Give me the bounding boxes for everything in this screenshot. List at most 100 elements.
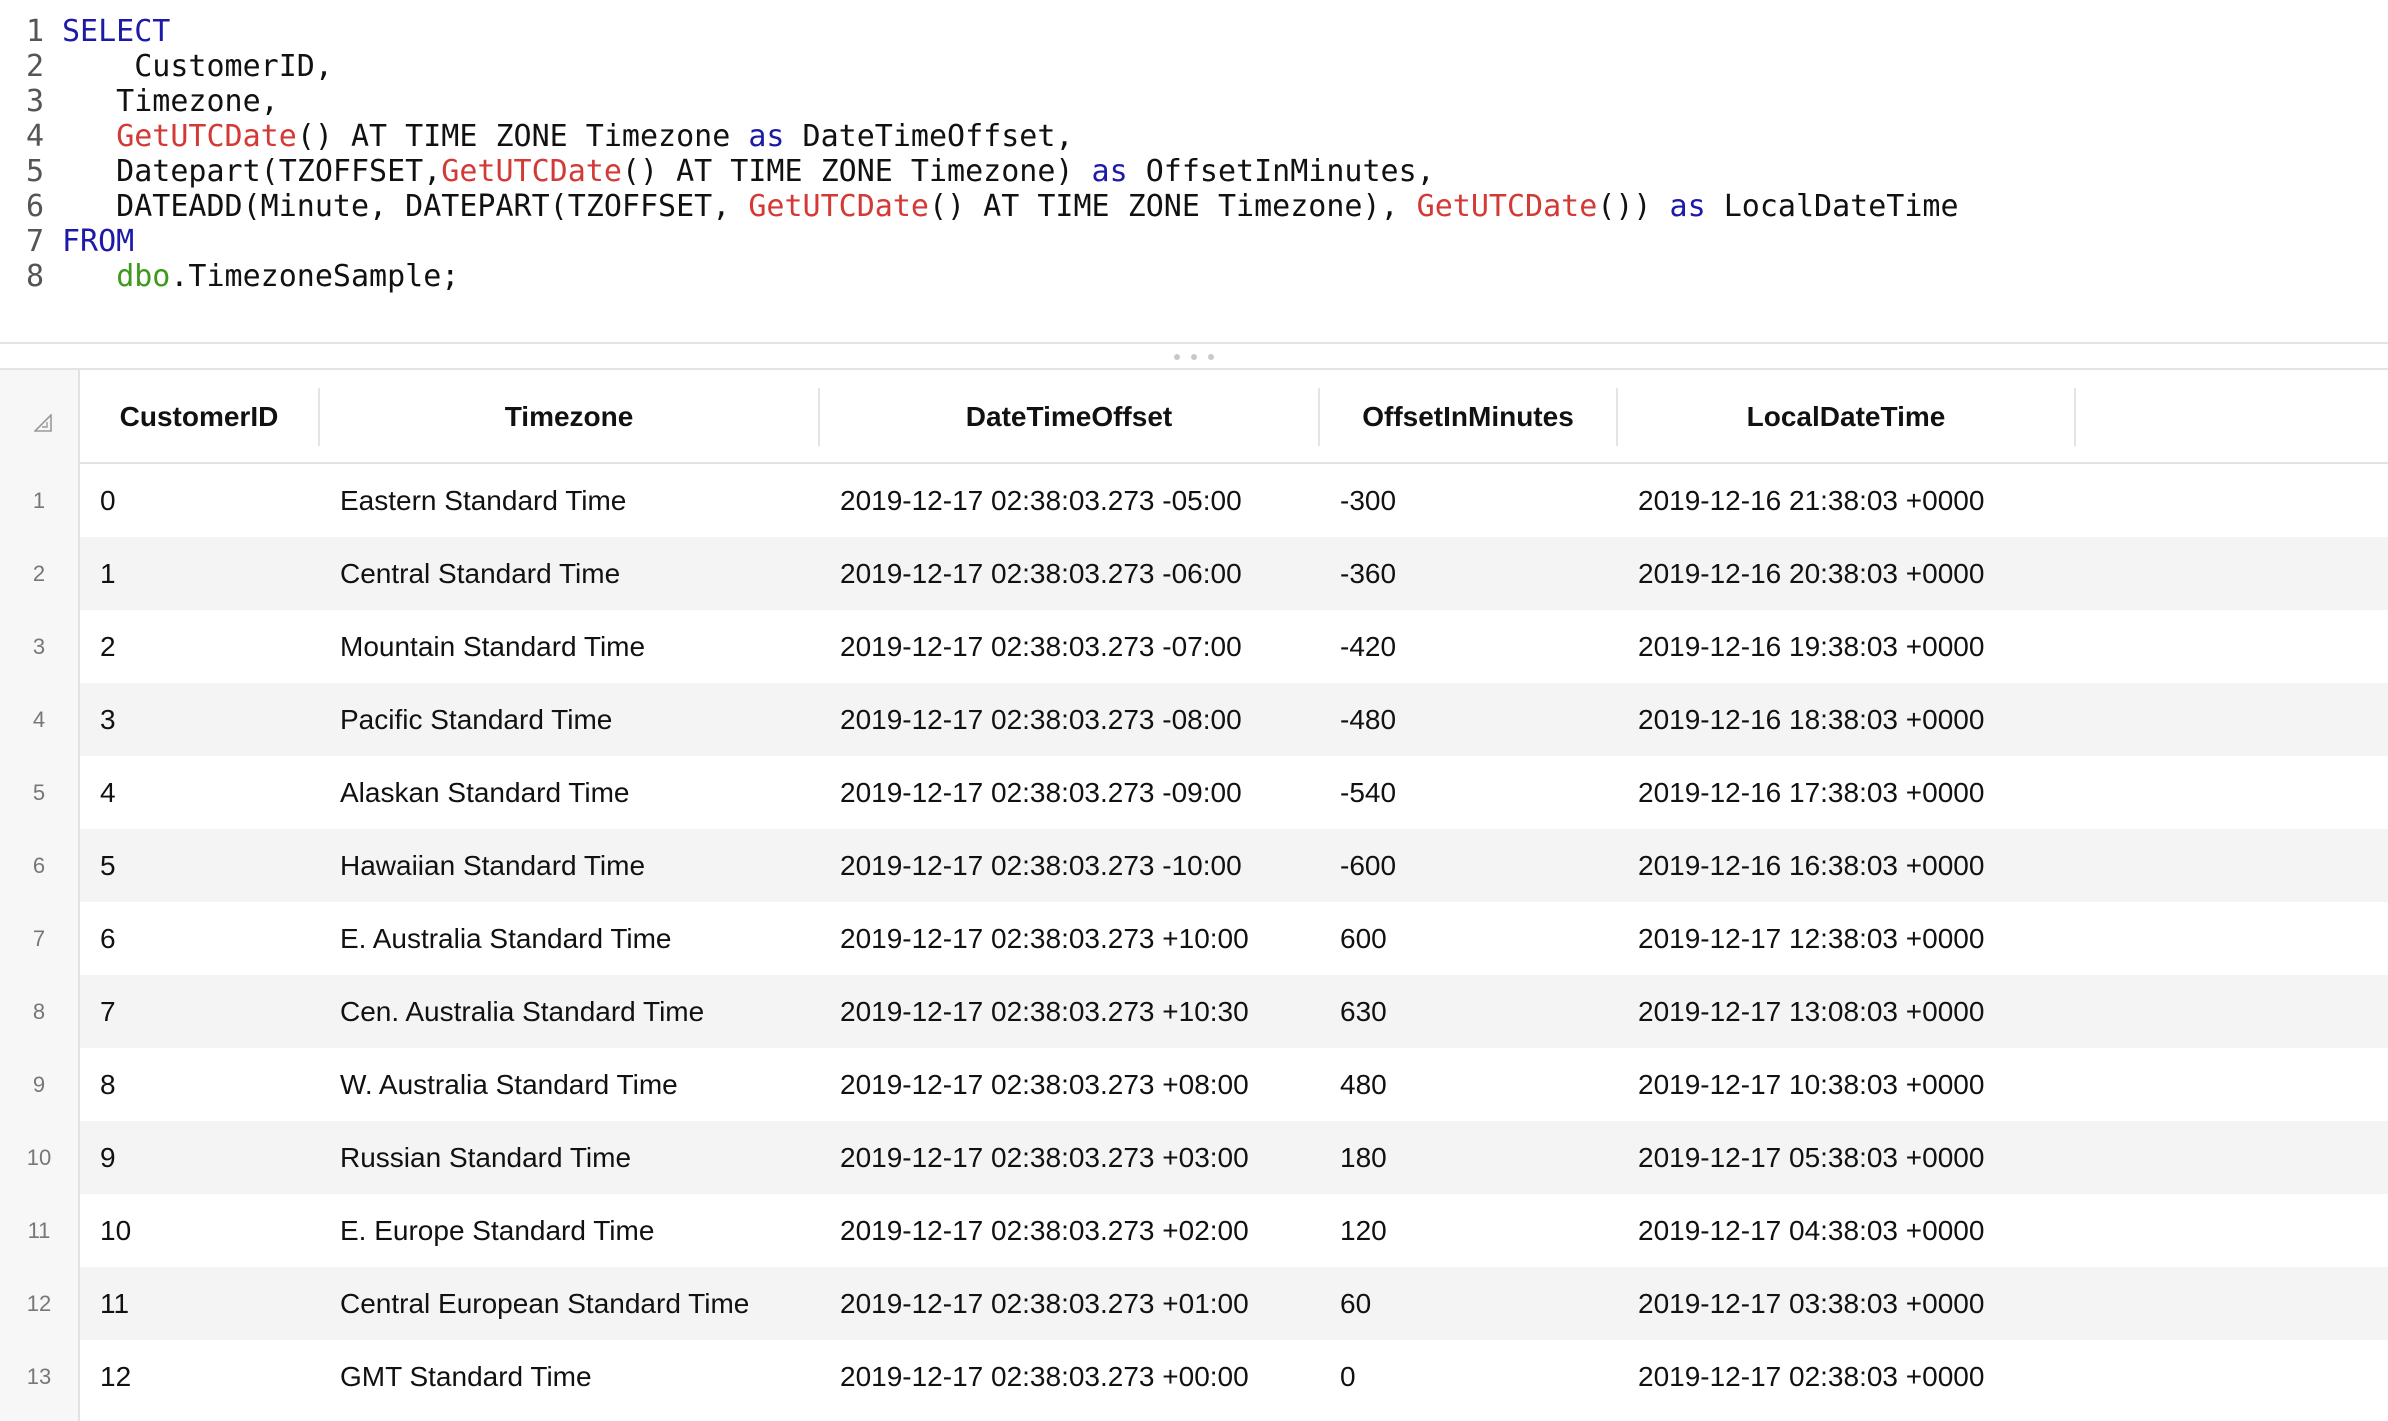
cell-offsetinminutes[interactable]: -480 xyxy=(1340,683,1396,756)
cell-timezone[interactable]: E. Australia Standard Time xyxy=(340,902,672,975)
cell-offsetinminutes[interactable]: -420 xyxy=(1340,610,1396,683)
cell-timezone[interactable]: Central European Standard Time xyxy=(340,1267,749,1340)
cell-timezone[interactable]: W. Australia Standard Time xyxy=(340,1048,678,1121)
cell-datetimeoffset[interactable]: 2019-12-17 02:38:03.273 -10:00 xyxy=(840,829,1242,902)
cell-datetimeoffset[interactable]: 2019-12-17 02:38:03.273 +10:30 xyxy=(840,975,1249,1048)
column-header-datetimeoffset[interactable]: DateTimeOffset xyxy=(820,388,1320,446)
sort-corner-icon[interactable] xyxy=(34,414,52,432)
cell-localdatetime[interactable]: 2019-12-17 10:38:03 +0000 xyxy=(1638,1048,1984,1121)
cell-localdatetime[interactable]: 2019-12-16 21:38:03 +0000 xyxy=(1638,464,1984,537)
code-text[interactable]: SELECT xyxy=(62,14,170,49)
table-row[interactable]: 5 Hawaiian Standard Time 2019-12-17 02:38:… xyxy=(80,829,2388,902)
table-row[interactable]: 10 E. Europe Standard Time 2019-12-17 02:3… xyxy=(80,1194,2388,1267)
cell-localdatetime[interactable]: 2019-12-16 17:38:03 +0000 xyxy=(1638,756,1984,829)
code-line[interactable]: 2 CustomerID, xyxy=(0,49,2388,84)
cell-customerid[interactable]: 4 xyxy=(100,756,116,829)
table-row[interactable]: 7 Cen. Australia Standard Time 2019-12-17 … xyxy=(80,975,2388,1048)
cell-offsetinminutes[interactable]: 60 xyxy=(1340,1267,1371,1340)
cell-customerid[interactable]: 5 xyxy=(100,829,116,902)
cell-datetimeoffset[interactable]: 2019-12-17 02:38:03.273 -06:00 xyxy=(840,537,1242,610)
cell-customerid[interactable]: 9 xyxy=(100,1121,116,1194)
drag-handle-icon[interactable] xyxy=(1174,354,1214,360)
cell-offsetinminutes[interactable]: 600 xyxy=(1340,902,1387,975)
cell-timezone[interactable]: E. Europe Standard Time xyxy=(340,1194,654,1267)
code-text[interactable]: dbo.TimezoneSample; xyxy=(62,259,459,294)
column-header-offsetinminutes[interactable]: OffsetInMinutes xyxy=(1320,388,1618,446)
cell-timezone[interactable]: Russian Standard Time xyxy=(340,1121,631,1194)
cell-localdatetime[interactable]: 2019-12-16 19:38:03 +0000 xyxy=(1638,610,1984,683)
cell-customerid[interactable]: 0 xyxy=(100,464,116,537)
code-line[interactable]: 1 SELECT xyxy=(0,14,2388,49)
cell-customerid[interactable]: 6 xyxy=(100,902,116,975)
cell-datetimeoffset[interactable]: 2019-12-17 02:38:03.273 +00:00 xyxy=(840,1340,1249,1413)
table-row[interactable]: 0 Eastern Standard Time 2019-12-17 02:38:0… xyxy=(80,464,2388,537)
cell-localdatetime[interactable]: 2019-12-17 04:38:03 +0000 xyxy=(1638,1194,1984,1267)
row-number[interactable]: 4 xyxy=(0,683,78,756)
cell-timezone[interactable]: Alaskan Standard Time xyxy=(340,756,630,829)
cell-datetimeoffset[interactable]: 2019-12-17 02:38:03.273 -07:00 xyxy=(840,610,1242,683)
cell-datetimeoffset[interactable]: 2019-12-17 02:38:03.273 +08:00 xyxy=(840,1048,1249,1121)
column-header-localdatetime[interactable]: LocalDateTime xyxy=(1618,388,2076,446)
cell-offsetinminutes[interactable]: -540 xyxy=(1340,756,1396,829)
code-text[interactable]: CustomerID, xyxy=(62,49,333,84)
table-row[interactable]: 4 Alaskan Standard Time 2019-12-17 02:38:0… xyxy=(80,756,2388,829)
code-text[interactable]: Datepart(TZOFFSET,GetUTCDate() AT TIME Z… xyxy=(62,154,1435,189)
code-text[interactable]: FROM xyxy=(62,224,134,259)
row-number[interactable]: 13 xyxy=(0,1340,78,1413)
cell-timezone[interactable]: Mountain Standard Time xyxy=(340,610,645,683)
code-text[interactable]: Timezone, xyxy=(62,84,279,119)
cell-timezone[interactable]: Central Standard Time xyxy=(340,537,620,610)
cell-localdatetime[interactable]: 2019-12-17 05:38:03 +0000 xyxy=(1638,1121,1984,1194)
cell-offsetinminutes[interactable]: 0 xyxy=(1340,1340,1356,1413)
cell-timezone[interactable]: Eastern Standard Time xyxy=(340,464,626,537)
row-number[interactable]: 9 xyxy=(0,1048,78,1121)
row-number[interactable]: 10 xyxy=(0,1121,78,1194)
cell-datetimeoffset[interactable]: 2019-12-17 02:38:03.273 -09:00 xyxy=(840,756,1242,829)
row-number[interactable]: 2 xyxy=(0,537,78,610)
column-header-timezone[interactable]: Timezone xyxy=(320,388,820,446)
cell-customerid[interactable]: 7 xyxy=(100,975,116,1048)
cell-localdatetime[interactable]: 2019-12-16 16:38:03 +0000 xyxy=(1638,829,1984,902)
row-number[interactable]: 12 xyxy=(0,1267,78,1340)
cell-offsetinminutes[interactable]: -360 xyxy=(1340,537,1396,610)
cell-localdatetime[interactable]: 2019-12-17 12:38:03 +0000 xyxy=(1638,902,1984,975)
table-row[interactable]: 6 E. Australia Standard Time 2019-12-17 02… xyxy=(80,902,2388,975)
row-number[interactable]: 1 xyxy=(0,464,78,537)
code-text[interactable]: DATEADD(Minute, DATEPART(TZOFFSET, GetUT… xyxy=(62,189,1958,224)
code-line[interactable]: 5 Datepart(TZOFFSET,GetUTCDate() AT TIME… xyxy=(0,154,2388,189)
code-text[interactable]: GetUTCDate() AT TIME ZONE Timezone as Da… xyxy=(62,119,1073,154)
row-number[interactable]: 3 xyxy=(0,610,78,683)
cell-customerid[interactable]: 11 xyxy=(100,1267,129,1340)
sql-editor[interactable]: 1 SELECT 2 CustomerID, 3 Timezone, 4 GetUTCD… xyxy=(0,0,2388,342)
cell-offsetinminutes[interactable]: 180 xyxy=(1340,1121,1387,1194)
table-row[interactable]: 8 W. Australia Standard Time 2019-12-17 02… xyxy=(80,1048,2388,1121)
cell-localdatetime[interactable]: 2019-12-17 03:38:03 +0000 xyxy=(1638,1267,1984,1340)
code-line[interactable]: 4 GetUTCDate() AT TIME ZONE Timezone as … xyxy=(0,119,2388,154)
code-line[interactable]: 8 dbo.TimezoneSample; xyxy=(0,259,2388,294)
cell-datetimeoffset[interactable]: 2019-12-17 02:38:03.273 +03:00 xyxy=(840,1121,1249,1194)
cell-datetimeoffset[interactable]: 2019-12-17 02:38:03.273 +01:00 xyxy=(840,1267,1249,1340)
pane-splitter[interactable] xyxy=(0,342,2388,370)
cell-offsetinminutes[interactable]: 480 xyxy=(1340,1048,1387,1121)
cell-timezone[interactable]: Cen. Australia Standard Time xyxy=(340,975,704,1048)
cell-customerid[interactable]: 2 xyxy=(100,610,116,683)
cell-offsetinminutes[interactable]: -300 xyxy=(1340,464,1396,537)
cell-customerid[interactable]: 12 xyxy=(100,1340,131,1413)
cell-customerid[interactable]: 3 xyxy=(100,683,116,756)
cell-datetimeoffset[interactable]: 2019-12-17 02:38:03.273 -08:00 xyxy=(840,683,1242,756)
cell-timezone[interactable]: Hawaiian Standard Time xyxy=(340,829,645,902)
table-row[interactable]: 11 Central European Standard Time 2019-12-… xyxy=(80,1267,2388,1340)
table-row[interactable]: 12 GMT Standard Time 2019-12-17 02:38:03.2… xyxy=(80,1340,2388,1413)
cell-datetimeoffset[interactable]: 2019-12-17 02:38:03.273 +10:00 xyxy=(840,902,1249,975)
code-line[interactable]: 6 DATEADD(Minute, DATEPART(TZOFFSET, Get… xyxy=(0,189,2388,224)
column-header-customerid[interactable]: CustomerID xyxy=(80,388,320,446)
cell-localdatetime[interactable]: 2019-12-16 20:38:03 +0000 xyxy=(1638,537,1984,610)
cell-customerid[interactable]: 1 xyxy=(100,537,116,610)
cell-offsetinminutes[interactable]: 120 xyxy=(1340,1194,1387,1267)
row-number[interactable]: 7 xyxy=(0,902,78,975)
cell-datetimeoffset[interactable]: 2019-12-17 02:38:03.273 -05:00 xyxy=(840,464,1242,537)
cell-customerid[interactable]: 10 xyxy=(100,1194,131,1267)
table-row[interactable]: 2 Mountain Standard Time 2019-12-17 02:38:… xyxy=(80,610,2388,683)
row-number[interactable]: 5 xyxy=(0,756,78,829)
code-line[interactable]: 3 Timezone, xyxy=(0,84,2388,119)
